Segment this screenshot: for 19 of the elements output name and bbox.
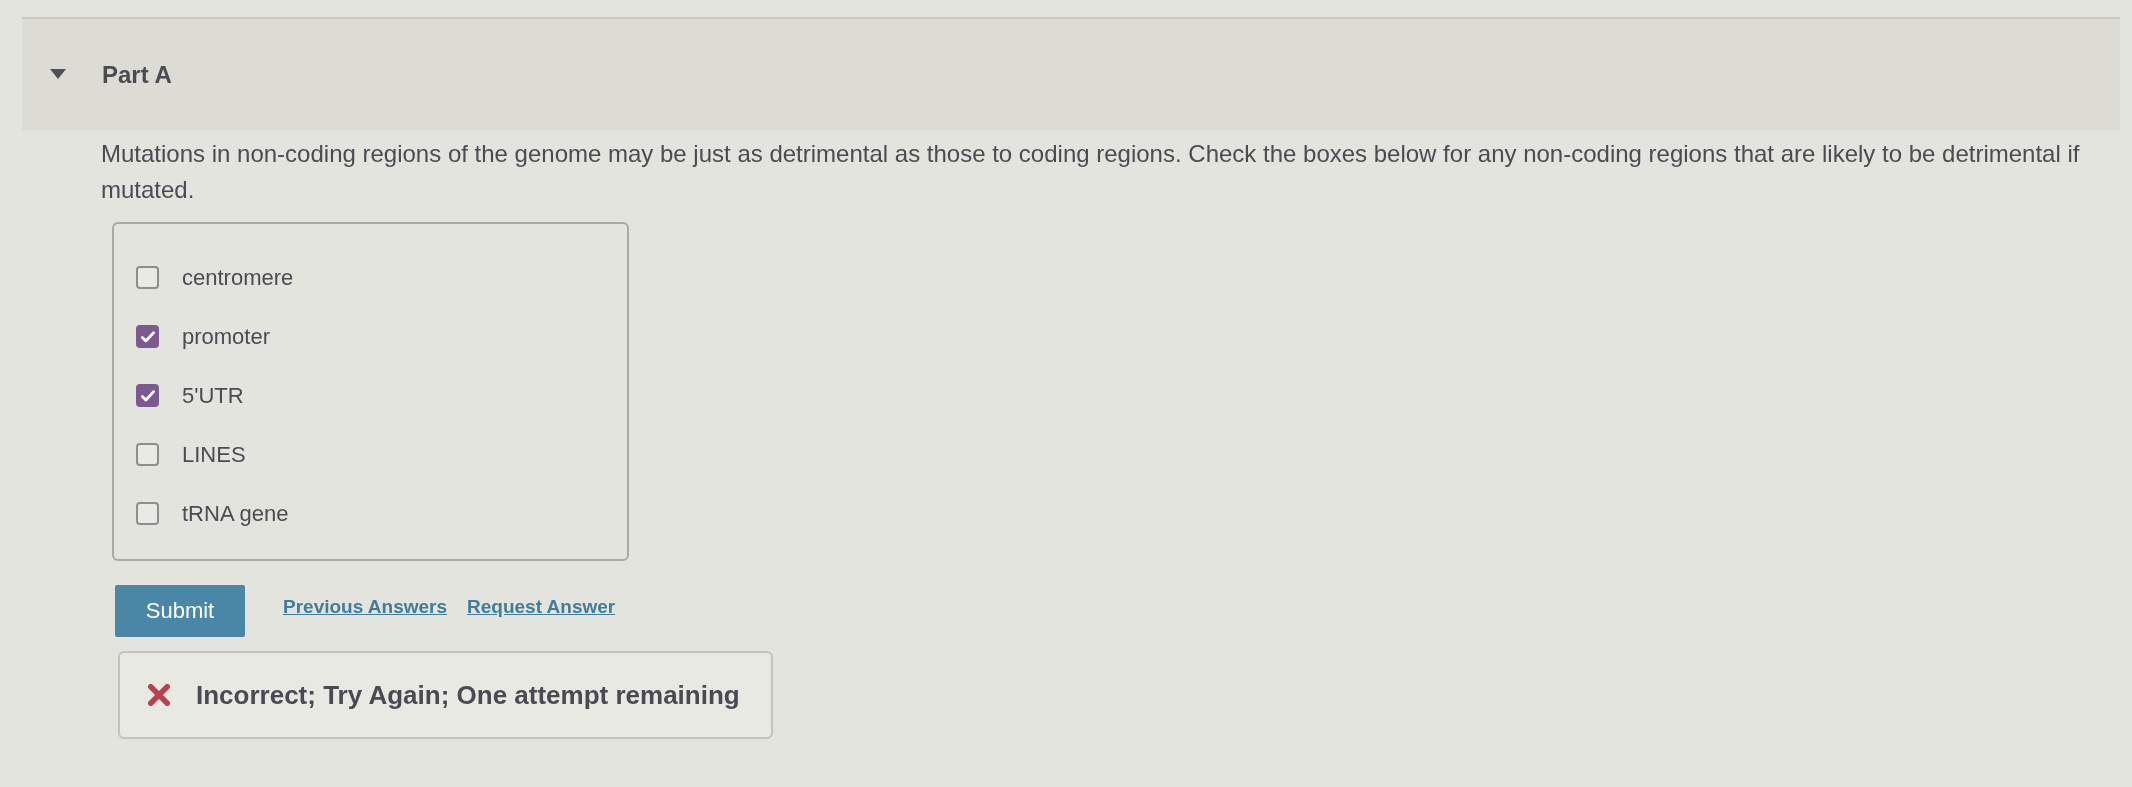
answer-link[interactable]: Previous Answers [283, 596, 448, 618]
answer-link[interactable]: Request Answer [467, 596, 616, 618]
option-label: 5'UTR [182, 382, 244, 409]
checkbox[interactable] [136, 325, 159, 348]
question-text: Mutations in non-coding regions of the genome may be just as detrimental as those to coding regions. Check the boxes below for any non-coding regions that are likely to be detrimental if mutated. [101, 139, 2081, 205]
option-label: centromere [182, 264, 294, 291]
checkbox[interactable] [136, 443, 159, 466]
feedback-message: Incorrect; Try Again; One attempt remaining [196, 679, 740, 711]
checkmark-icon [140, 330, 155, 343]
submit-button[interactable]: Submit [115, 585, 245, 637]
checkmark-icon [140, 389, 155, 402]
option-label: tRNA gene [182, 500, 289, 527]
checkbox[interactable] [136, 384, 159, 407]
caret-icon[interactable] [50, 68, 66, 79]
checkbox[interactable] [136, 502, 159, 525]
option-label: LINES [182, 441, 246, 468]
checkbox[interactable] [136, 266, 159, 289]
option-label: promoter [182, 323, 271, 350]
part-title: Part A [102, 60, 172, 89]
